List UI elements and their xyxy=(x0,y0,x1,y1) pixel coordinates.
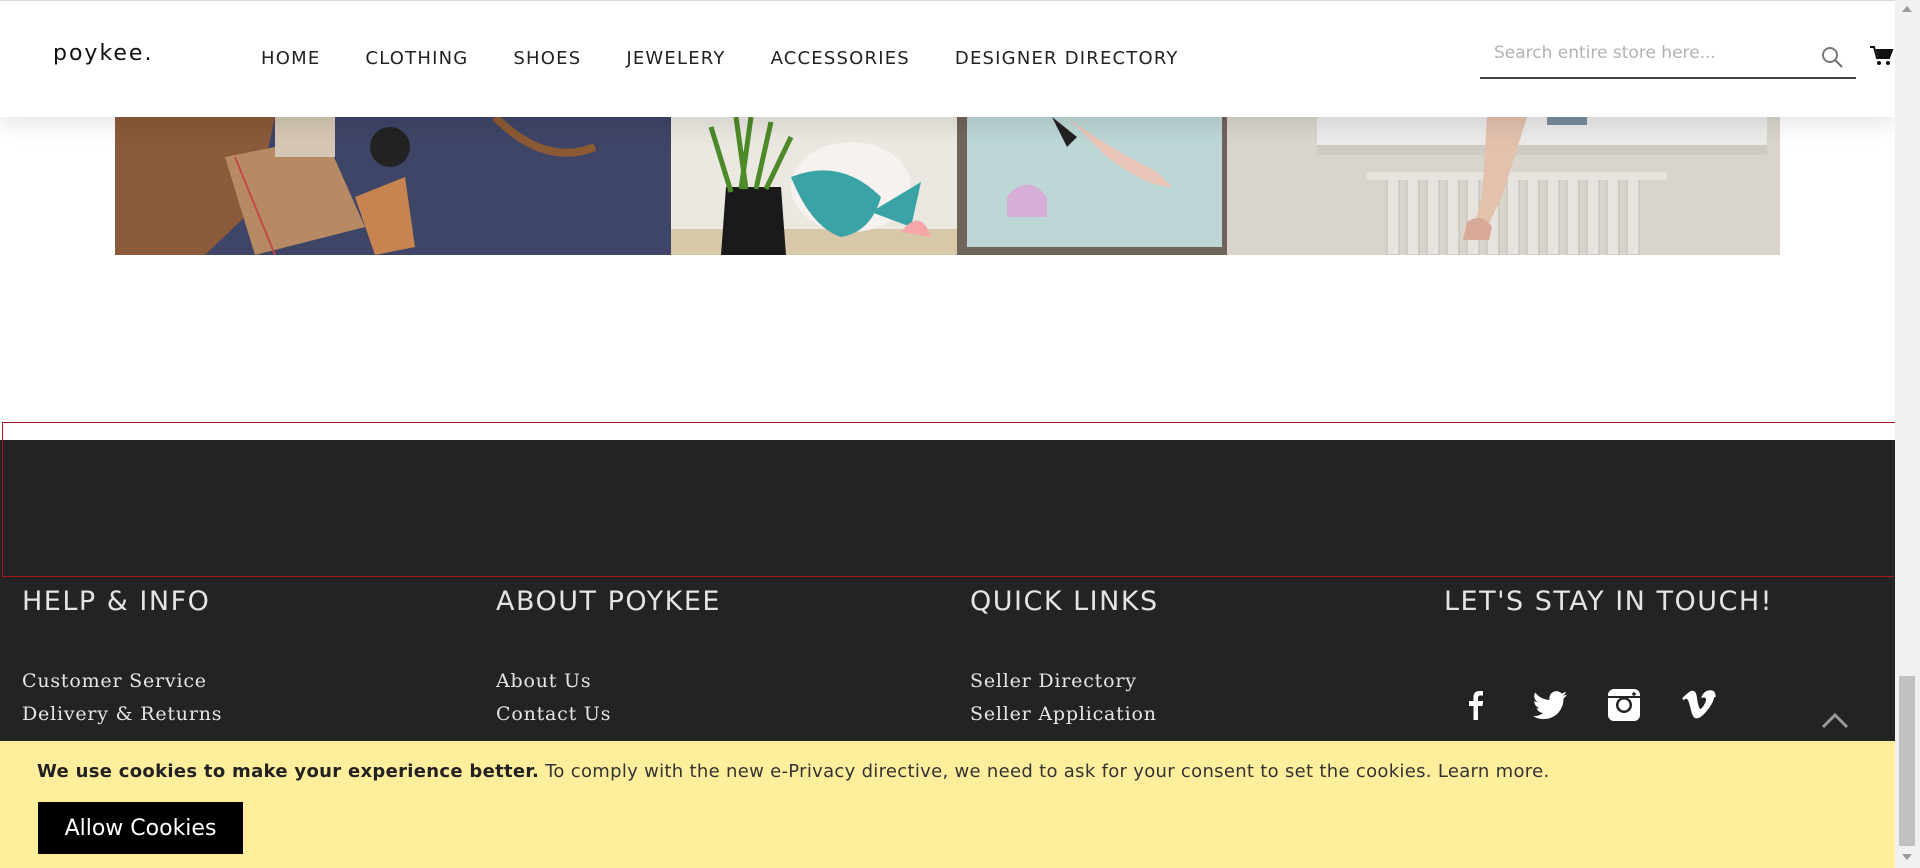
footer-link-about-us[interactable]: About Us xyxy=(496,665,721,698)
twitter-icon[interactable] xyxy=(1531,686,1569,724)
cookie-notice: We use cookies to make your experience b… xyxy=(0,741,1895,868)
main-nav: HOME CLOTHING SHOES JEWELERY ACCESSORIES… xyxy=(261,48,1224,69)
site-header: poykee. HOME CLOTHING SHOES JEWELERY ACC… xyxy=(0,0,1895,117)
allow-cookies-button[interactable]: Allow Cookies xyxy=(38,802,243,854)
cookie-message: We use cookies to make your experience b… xyxy=(37,761,1550,782)
footer-link-seller-directory[interactable]: Seller Directory xyxy=(970,665,1159,698)
footer-link-customer-service[interactable]: Customer Service xyxy=(22,665,222,698)
scroll-thumb[interactable] xyxy=(1899,676,1915,846)
footer-heading-help: HELP & INFO xyxy=(22,586,211,617)
banner-image-blanket[interactable] xyxy=(957,117,1227,255)
scrollbar[interactable] xyxy=(1895,0,1920,868)
chevron-up-icon[interactable] xyxy=(1820,709,1850,731)
nav-designer-directory[interactable]: DESIGNER DIRECTORY xyxy=(955,48,1179,69)
banner-image-window[interactable] xyxy=(1227,117,1780,255)
footer-col-about: ABOUT POYKEE About Us Contact Us xyxy=(496,586,721,731)
nav-jewelery[interactable]: JEWELERY xyxy=(626,48,725,69)
instagram-icon[interactable] xyxy=(1605,686,1643,724)
nav-shoes[interactable]: SHOES xyxy=(513,48,581,69)
search-box xyxy=(1480,31,1856,79)
footer-col-quick: QUICK LINKS Seller Directory Seller Appl… xyxy=(970,586,1159,731)
cookie-message-text: To comply with the new e-Privacy directi… xyxy=(539,761,1432,782)
footer-heading-touch: LET'S STAY IN TOUCH! xyxy=(1444,586,1773,617)
banner-strip xyxy=(115,117,1780,255)
footer-heading-quick: QUICK LINKS xyxy=(970,586,1159,617)
nav-home[interactable]: HOME xyxy=(261,48,320,69)
social-links xyxy=(1457,686,1717,724)
search-input[interactable] xyxy=(1494,43,1814,63)
nav-clothing[interactable]: CLOTHING xyxy=(365,48,468,69)
scroll-up-arrow-icon[interactable] xyxy=(1902,6,1912,12)
facebook-icon[interactable] xyxy=(1457,686,1495,724)
footer-col-help: HELP & INFO Customer Service Delivery & … xyxy=(22,586,222,731)
footer-link-contact-us[interactable]: Contact Us xyxy=(496,698,721,731)
logo[interactable]: poykee. xyxy=(53,41,153,66)
banner-image-bag[interactable] xyxy=(115,117,671,255)
footer-heading-about: ABOUT POYKEE xyxy=(496,586,721,617)
cookie-learn-more-link[interactable]: Learn more. xyxy=(1438,761,1550,782)
cookie-message-bold: We use cookies to make your experience b… xyxy=(37,761,540,782)
nav-accessories[interactable]: ACCESSORIES xyxy=(771,48,910,69)
footer-link-delivery-returns[interactable]: Delivery & Returns xyxy=(22,698,222,731)
cart-icon[interactable] xyxy=(1870,45,1894,67)
footer-link-seller-application[interactable]: Seller Application xyxy=(970,698,1159,731)
footer-col-touch: LET'S STAY IN TOUCH! xyxy=(1444,586,1773,617)
banner-image-mermaid[interactable] xyxy=(671,117,957,255)
scroll-down-arrow-icon[interactable] xyxy=(1902,854,1912,860)
search-icon[interactable] xyxy=(1820,45,1844,69)
vimeo-icon[interactable] xyxy=(1679,686,1717,724)
